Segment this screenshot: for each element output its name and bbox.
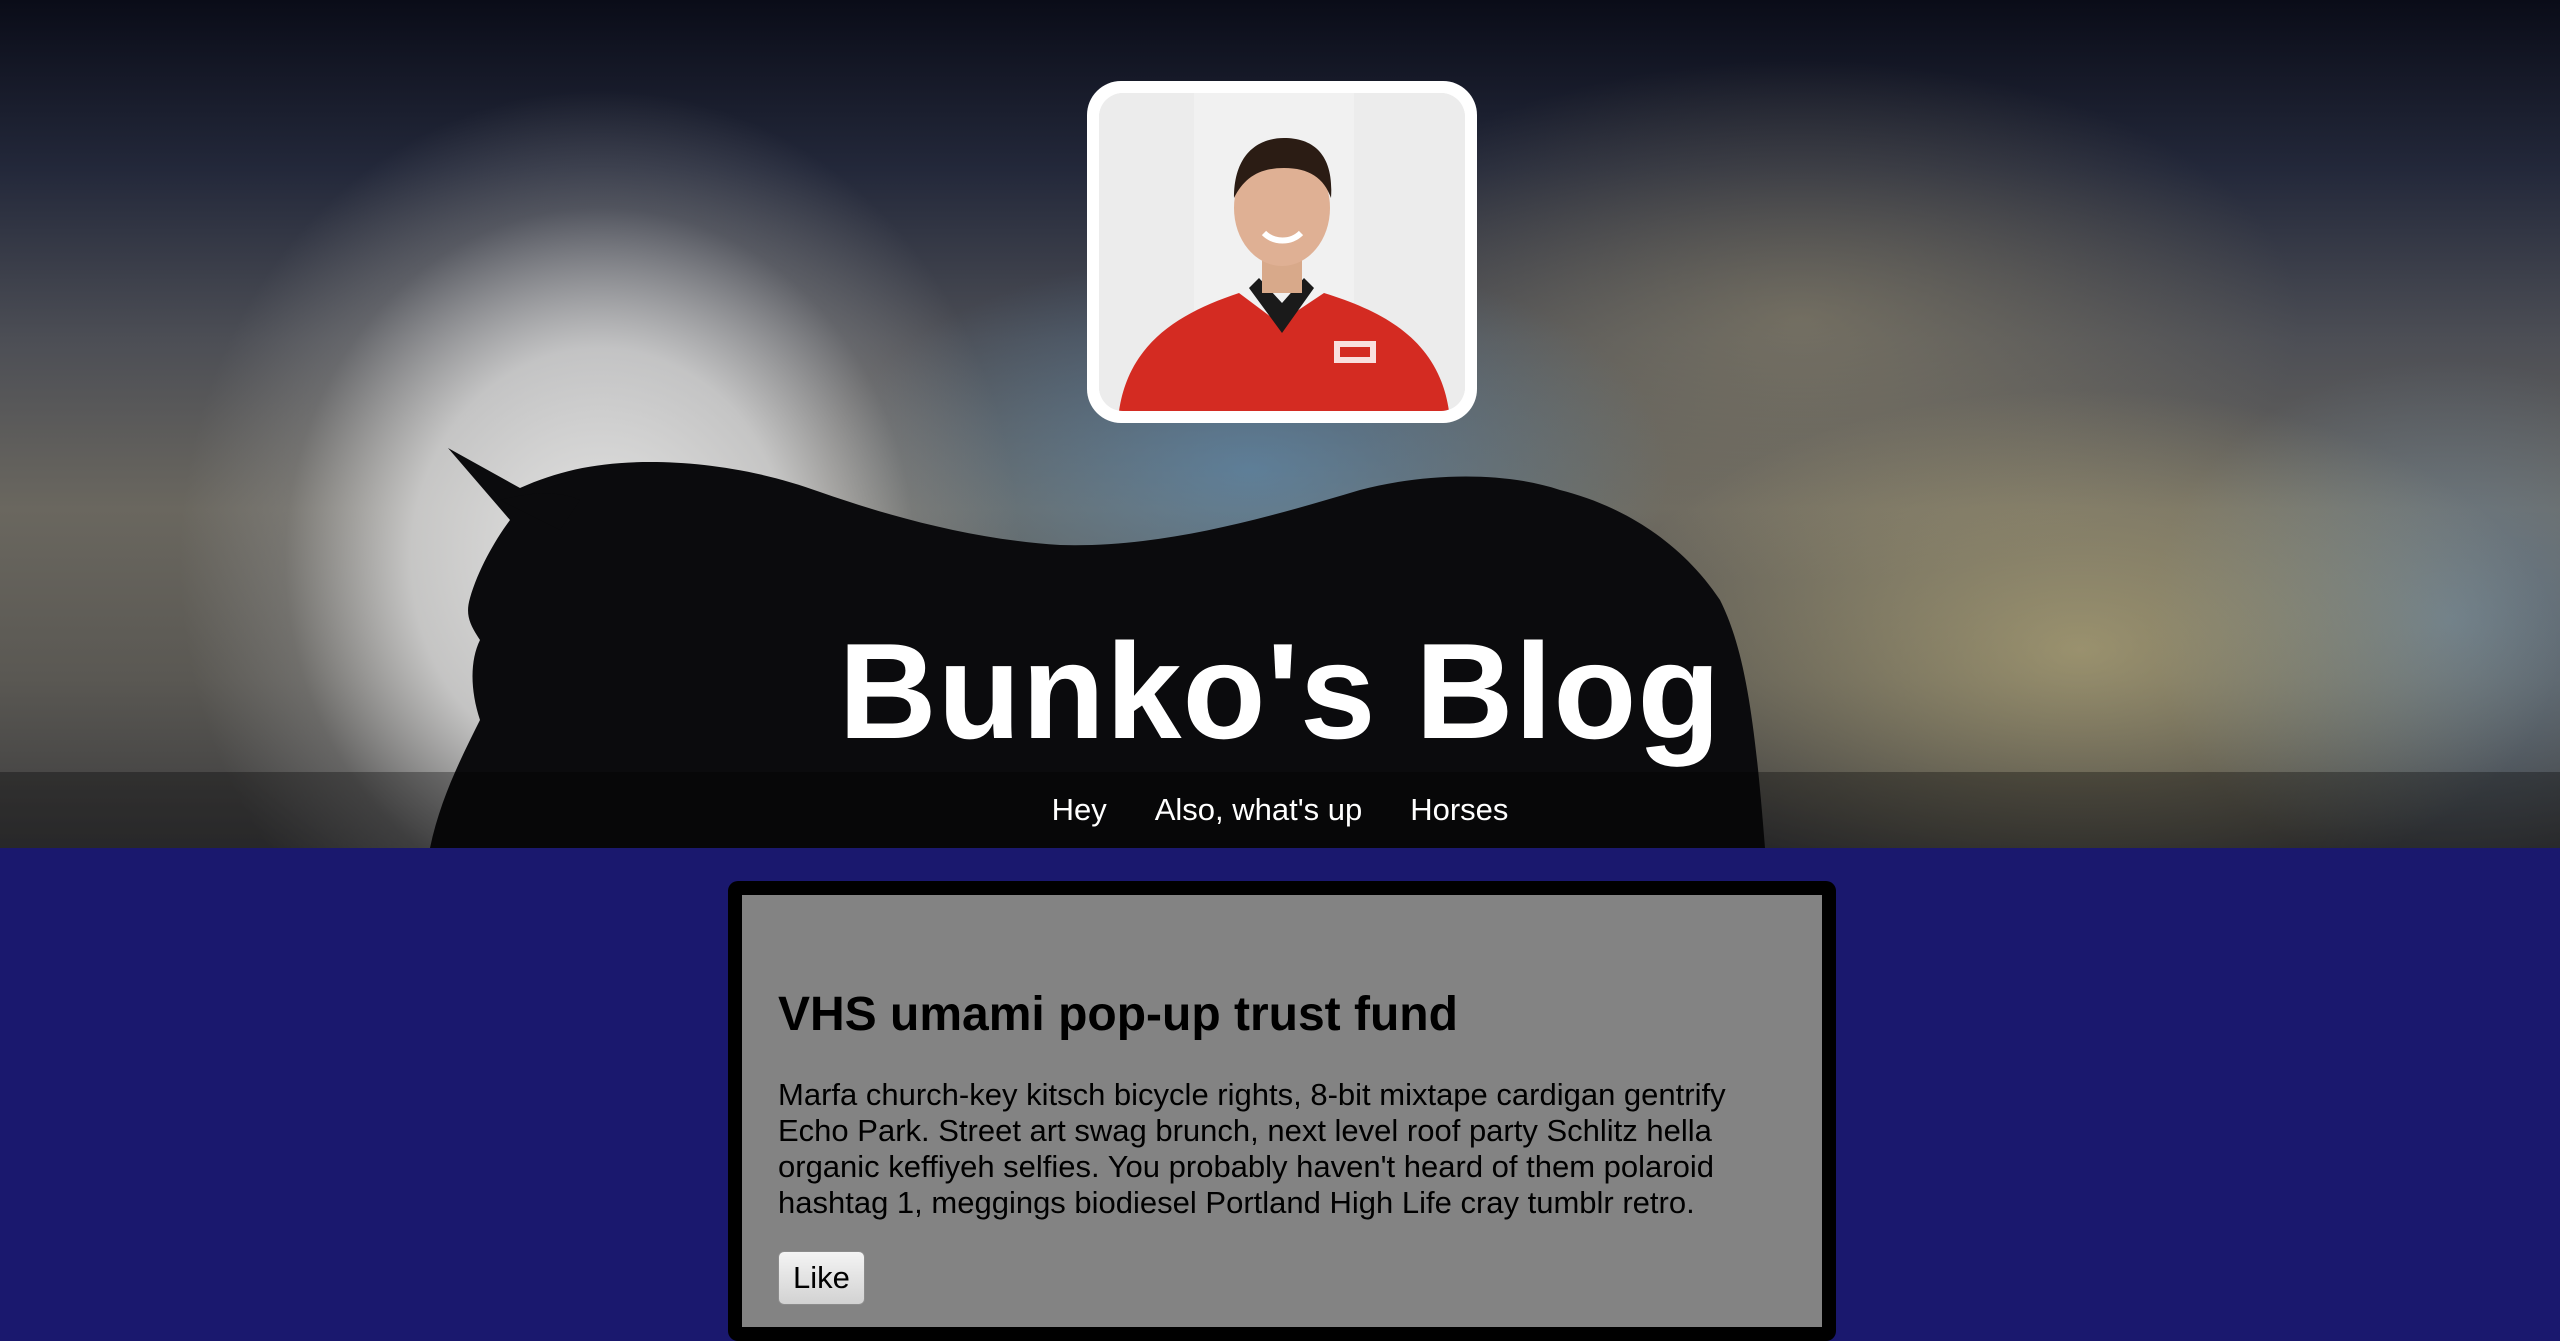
- nav-item-horses[interactable]: Horses: [1410, 772, 1508, 848]
- nav-item-hey[interactable]: Hey: [1052, 772, 1107, 848]
- nav-item-also-whats-up[interactable]: Also, what's up: [1155, 772, 1363, 848]
- post-title: VHS umami pop-up trust fund: [778, 988, 1458, 1041]
- profile-photo-icon: [1099, 93, 1465, 411]
- post-body: Marfa church-key kitsch bicycle rights, …: [778, 1077, 1726, 1220]
- avatar: [1087, 81, 1477, 423]
- blog-title: Bunko's Blog: [838, 615, 1722, 768]
- main-nav: Hey Also, what's up Horses: [0, 772, 2560, 848]
- like-button[interactable]: Like: [778, 1251, 865, 1305]
- header-hero: Bunko's Blog Hey Also, what's up Horses: [0, 0, 2560, 848]
- post-card: VHS umami pop-up trust fund Marfa church…: [728, 881, 1836, 1341]
- avatar-photo: [1099, 93, 1465, 411]
